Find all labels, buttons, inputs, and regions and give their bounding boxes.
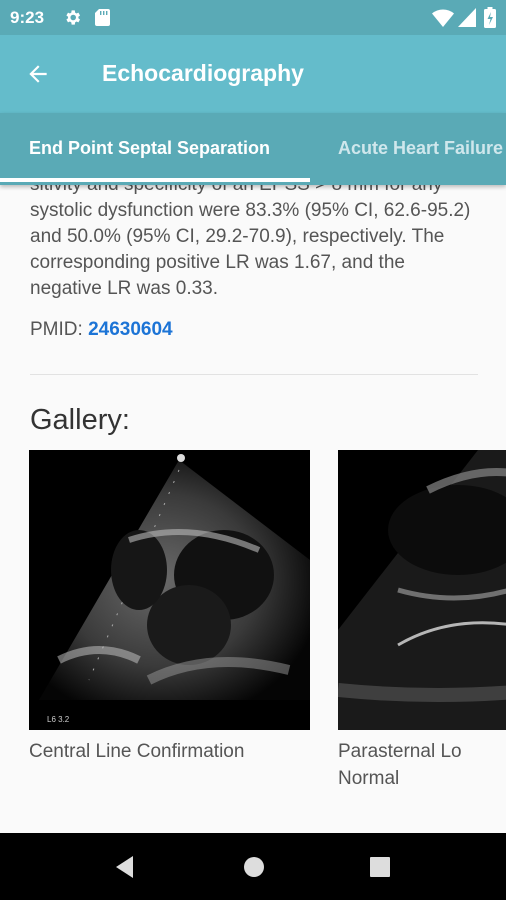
svg-text:L6 3.2: L6 3.2 (47, 715, 70, 724)
gallery-heading: Gallery: (30, 404, 130, 436)
arrow-back-icon (29, 65, 47, 83)
signal-icon (458, 8, 476, 27)
gallery-caption: Central Line Confirmation (29, 741, 245, 762)
gallery-caption: Parasternal Lo Normal (338, 741, 462, 789)
tab-indicator (0, 178, 310, 182)
wifi-icon (432, 9, 454, 27)
divider (30, 374, 478, 375)
gallery-item-parasternal[interactable]: Parasternal Lo Normal (338, 450, 506, 792)
ultrasound-image: L6 3.2 (29, 450, 310, 730)
content-scroll-area[interactable]: sitivity and specificity of an EPSS > 8 … (0, 185, 506, 833)
gallery-item-central-line[interactable]: L6 3.2 Central Line Confirmation (29, 450, 310, 765)
nav-recents-icon[interactable] (369, 856, 391, 878)
back-button[interactable] (20, 57, 56, 91)
pmid-link[interactable]: 24630604 (88, 319, 173, 340)
app-bar: Echocardiography (0, 35, 506, 113)
pmid-row: PMID: 24630604 (30, 319, 173, 341)
battery-icon (484, 7, 496, 28)
system-nav-bar (0, 833, 506, 900)
status-time: 9:23 (10, 8, 45, 27)
tab-end-point-septal-separation[interactable]: End Point Septal Separation (29, 138, 270, 159)
gear-icon (66, 10, 81, 25)
app-title: Echocardiography (102, 60, 304, 86)
tab-bar: End Point Septal Separation Acute Heart … (0, 113, 506, 185)
nav-back-icon[interactable] (113, 855, 137, 879)
pmid-label: PMID: (30, 319, 89, 340)
status-bar: 9:23 (0, 0, 506, 35)
sd-card-icon (95, 9, 110, 26)
nav-home-icon[interactable] (242, 855, 266, 879)
ultrasound-image (338, 450, 506, 730)
abstract-text: sitivity and specificity of an EPSS > 8 … (30, 185, 471, 299)
tab-acute-heart-failure[interactable]: Acute Heart Failure (338, 138, 503, 159)
